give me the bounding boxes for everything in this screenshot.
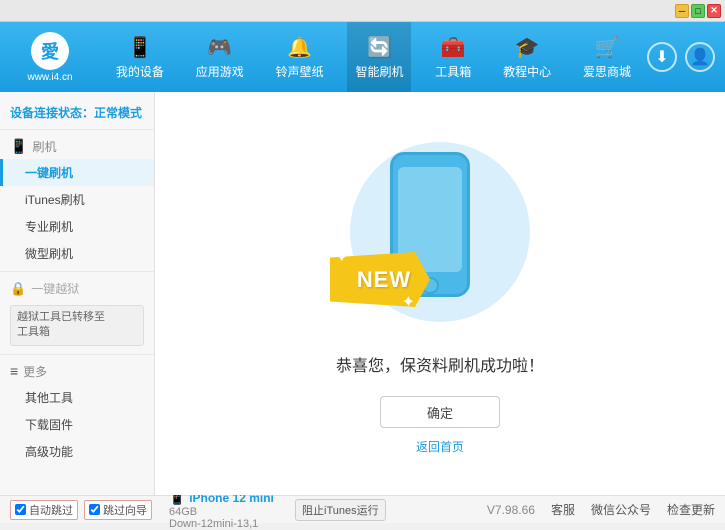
smart-flash-icon: 🔄 bbox=[367, 35, 392, 60]
flash-section-label: 刷机 bbox=[32, 138, 56, 155]
header-right: ⬇ 👤 bbox=[647, 42, 725, 72]
flash-section-icon: 📱 bbox=[10, 138, 27, 155]
sidebar-item-one-click-flash[interactable]: 一键刷机 bbox=[0, 159, 154, 186]
sidebar-item-advanced[interactable]: 高级功能 bbox=[0, 438, 154, 465]
skip-wizard-label: 跳过向导 bbox=[103, 502, 147, 518]
title-bar: ─ □ ✕ bbox=[0, 0, 725, 22]
ringtones-icon: 🔔 bbox=[287, 35, 312, 60]
section-title-flash: 📱 刷机 bbox=[0, 134, 154, 159]
nav-shop-label: 爱思商城 bbox=[583, 63, 631, 80]
content-area: ✦ NEW ✦ 恭喜您，保资料刷机成功啦！ 确定 返回首页 bbox=[155, 92, 725, 495]
nav-ringtones[interactable]: 🔔 铃声壁纸 bbox=[268, 22, 332, 92]
logo-text: www.i4.cn bbox=[27, 72, 72, 83]
status-bar: 设备连接状态：正常模式 bbox=[0, 100, 154, 130]
window-controls: ─ □ ✕ bbox=[675, 4, 721, 18]
device-storage: 64GB bbox=[169, 506, 285, 518]
logo-area: 愛 www.i4.cn bbox=[0, 32, 100, 83]
jailbreak-notice: 越狱工具已转移至 工具箱 bbox=[10, 305, 144, 346]
apps-games-icon: 🎮 bbox=[207, 35, 232, 60]
nav-tutorial-label: 教程中心 bbox=[503, 63, 551, 80]
sidebar-item-itunes-flash[interactable]: iTunes刷机 bbox=[0, 186, 154, 213]
main-area: 设备连接状态：正常模式 📱 刷机 一键刷机 iTunes刷机 专业刷机 微型刷机… bbox=[0, 92, 725, 495]
auto-skip-label: 自动跳过 bbox=[29, 502, 73, 518]
my-device-icon: 📱 bbox=[127, 35, 152, 60]
device-model: Down-12mini-13,1 bbox=[169, 518, 285, 530]
sidebar-divider-1 bbox=[0, 271, 154, 272]
bottom-center: 阻止iTunes运行 bbox=[285, 499, 487, 521]
sidebar-item-other-tools[interactable]: 其他工具 bbox=[0, 384, 154, 411]
nav-items: 📱 我的设备 🎮 应用游戏 🔔 铃声壁纸 🔄 智能刷机 🧰 工具箱 🎓 教程中心… bbox=[100, 22, 647, 92]
close-button[interactable]: ✕ bbox=[707, 4, 721, 18]
more-section-icon: ≡ bbox=[10, 363, 18, 379]
logo-icon[interactable]: 愛 bbox=[31, 32, 69, 70]
section-title-more: ≡ 更多 bbox=[0, 359, 154, 384]
download-button[interactable]: ⬇ bbox=[647, 42, 677, 72]
sidebar: 设备连接状态：正常模式 📱 刷机 一键刷机 iTunes刷机 专业刷机 微型刷机… bbox=[0, 92, 155, 495]
nav-toolbox-label: 工具箱 bbox=[435, 63, 471, 80]
nav-smart-flash[interactable]: 🔄 智能刷机 bbox=[347, 22, 411, 92]
tutorial-icon: 🎓 bbox=[515, 35, 540, 60]
confirm-button[interactable]: 确定 bbox=[380, 396, 500, 428]
nav-my-device-label: 我的设备 bbox=[116, 63, 164, 80]
minimize-button[interactable]: ─ bbox=[675, 4, 689, 18]
wechat-link[interactable]: 微信公众号 bbox=[591, 501, 651, 518]
device-info-area: 📱 iPhone 12 mini 64GB Down-12mini-13,1 bbox=[165, 490, 285, 530]
status-label: 设备连接状态： bbox=[10, 106, 94, 120]
skip-wizard-checkbox[interactable] bbox=[89, 504, 100, 515]
success-illustration: ✦ NEW ✦ bbox=[330, 132, 550, 332]
header: 愛 www.i4.cn 📱 我的设备 🎮 应用游戏 🔔 铃声壁纸 🔄 智能刷机 … bbox=[0, 22, 725, 92]
no-itunes-button[interactable]: 阻止iTunes运行 bbox=[295, 499, 386, 521]
bottom-right: V7.98.66 客服 微信公众号 检查更新 bbox=[487, 501, 715, 518]
lock-icon: 🔒 bbox=[10, 281, 26, 297]
new-ribbon: ✦ NEW ✦ bbox=[330, 252, 430, 307]
sidebar-item-pro-flash[interactable]: 专业刷机 bbox=[0, 213, 154, 240]
status-value: 正常模式 bbox=[94, 106, 142, 120]
auto-skip-checkbox-label[interactable]: 自动跳过 bbox=[10, 500, 78, 520]
shop-icon: 🛒 bbox=[595, 35, 620, 60]
account-button[interactable]: 👤 bbox=[685, 42, 715, 72]
sidebar-divider-2 bbox=[0, 354, 154, 355]
sparkle-tl-icon: ✦ bbox=[335, 247, 348, 267]
nav-my-device[interactable]: 📱 我的设备 bbox=[108, 22, 172, 92]
new-badge-text: NEW bbox=[349, 267, 411, 293]
maximize-button[interactable]: □ bbox=[691, 4, 705, 18]
nav-toolbox[interactable]: 🧰 工具箱 bbox=[427, 22, 479, 92]
nav-ringtones-label: 铃声壁纸 bbox=[276, 63, 324, 80]
jailbreak-label: 一键越狱 bbox=[31, 280, 79, 297]
check-update-link[interactable]: 检查更新 bbox=[667, 501, 715, 518]
skip-wizard-checkbox-label[interactable]: 跳过向导 bbox=[84, 500, 152, 520]
sidebar-disabled-jailbreak: 🔒 一键越狱 bbox=[0, 276, 154, 301]
version-text: V7.98.66 bbox=[487, 503, 535, 517]
bottom-bar: 自动跳过 跳过向导 📱 iPhone 12 mini 64GB Down-12m… bbox=[0, 495, 725, 523]
toolbox-icon: 🧰 bbox=[441, 35, 466, 60]
nav-smart-flash-label: 智能刷机 bbox=[355, 63, 403, 80]
bottom-left: 自动跳过 跳过向导 bbox=[10, 500, 165, 520]
sidebar-item-micro-flash[interactable]: 微型刷机 bbox=[0, 240, 154, 267]
nav-shop[interactable]: 🛒 爱思商城 bbox=[575, 22, 639, 92]
nav-tutorial[interactable]: 🎓 教程中心 bbox=[495, 22, 559, 92]
success-message: 恭喜您，保资料刷机成功啦！ bbox=[336, 352, 544, 376]
nav-apps-games[interactable]: 🎮 应用游戏 bbox=[188, 22, 252, 92]
support-link[interactable]: 客服 bbox=[551, 501, 575, 518]
auto-skip-checkbox[interactable] bbox=[15, 504, 26, 515]
more-section-label: 更多 bbox=[23, 363, 47, 380]
nav-apps-games-label: 应用游戏 bbox=[196, 63, 244, 80]
sidebar-item-download-firmware[interactable]: 下载固件 bbox=[0, 411, 154, 438]
go-home-link[interactable]: 返回首页 bbox=[416, 438, 464, 455]
